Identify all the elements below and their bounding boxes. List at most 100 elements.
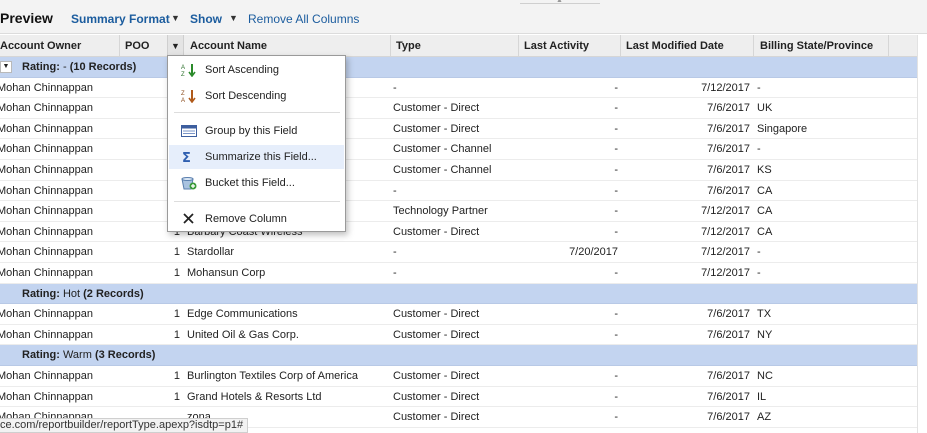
cell-last-modified: 7/6/2017 [707,102,750,115]
table-row: Mohan Chinnappan Customer - Channel -7/6/2… [0,160,917,181]
menu-item-sort-ascending[interactable]: A Z Sort Ascending [169,58,344,82]
cell-type: Customer - Direct [393,411,480,424]
summary-format-caret-icon[interactable]: ▼ [171,13,180,23]
cell-account-owner: Mohan Chinnappan [0,163,94,176]
menu-item-bucket-field[interactable]: Bucket this Field... [169,171,344,195]
group-header-row[interactable]: Rating: Warm (3 Records) [0,345,917,366]
menu-item-remove-column[interactable]: Remove Column [169,207,344,231]
table-row: Mohan Chinnappan 1 Burlington Textiles Cor… [0,366,917,387]
menu-item-label: Sort Descending [205,90,287,102]
cell-last-modified: 7/6/2017 [707,122,750,135]
column-header-last-modified[interactable]: Last Modified Date [626,35,724,57]
svg-text:Z: Z [181,72,185,77]
svg-text:A: A [181,65,185,71]
group-value: Warm [62,349,95,362]
remove-all-columns-link[interactable]: Remove All Columns [248,12,359,26]
cell-account-name: Grand Hotels & Resorts Ltd [187,390,322,403]
menu-item-sort-descending[interactable]: Z A Sort Descending [169,84,344,108]
summary-format-button[interactable]: Summary Format [71,12,170,26]
cell-last-activity: - [614,225,618,238]
column-divider[interactable] [390,35,391,57]
cell-account-owner: Mohan Chinnappan [0,102,94,115]
cell-type: Customer - Direct [393,308,480,321]
cell-last-activity: - [614,163,618,176]
show-caret-icon[interactable]: ▼ [229,13,238,23]
cell-account-name: United Oil & Gas Corp. [187,328,299,341]
cell-last-activity: - [614,266,618,279]
cell-last-modified: 7/6/2017 [707,328,750,341]
cell-billing-state: KS [757,163,772,176]
cell-billing-state: - [757,81,761,94]
bucket-icon [181,177,197,190]
column-header-type[interactable]: Type [396,35,421,57]
cell-billing-state: CA [757,205,773,218]
cell-account-owner: Mohan Chinnappan [0,390,94,403]
cell-account-name: Mohansun Corp [187,266,266,279]
menu-item-label: Remove Column [205,213,287,225]
show-button[interactable]: Show [190,12,222,26]
cell-account-owner: Mohan Chinnappan [0,369,94,382]
group-field-prefix: Rating: [22,61,60,73]
group-field-prefix: Rating: [22,349,60,362]
table-row: Mohan Chinnappan1Barbary Coast WirelessC… [0,222,917,243]
cell-poo: 1 [173,328,180,341]
group-label: Rating: Warm (3 Records) [22,345,155,365]
cell-last-modified: 7/6/2017 [707,369,750,382]
cell-last-activity: - [614,369,618,382]
column-divider[interactable] [119,35,120,57]
cell-type: Customer - Direct [393,390,480,403]
grip-up-icon[interactable]: ▲ [556,0,563,4]
cell-account-owner: Mohan Chinnappan [0,143,94,156]
column-header-last-activity[interactable]: Last Activity [524,35,589,57]
menu-item-summarize-field[interactable]: Σ Summarize this Field... [169,145,344,169]
cell-last-activity: 7/20/2017 [569,246,618,259]
table-row: Mohan Chinnappan 1 Stardollar - 7/20/2017 7/1… [0,242,917,263]
group-record-count: (3 Records) [94,349,156,362]
menu-item-label: Sort Ascending [205,64,279,76]
column-header-row: Account Owner POO Account Name Type Last… [0,35,917,57]
cell-last-activity: - [614,81,618,94]
cell-last-activity: - [614,102,618,115]
preview-title: Preview [0,10,53,26]
cell-account-owner: Mohan Chinnappan [0,266,94,279]
cell-last-modified: 7/6/2017 [707,184,750,197]
group-header-row[interactable]: Rating: Hot (2 Records) [0,283,917,305]
column-header-poo[interactable]: POO [125,35,149,57]
cell-account-owner: Mohan Chinnappan [0,308,94,321]
cell-last-modified: 7/6/2017 [707,308,750,321]
column-header-billing-state[interactable]: Billing State/Province [760,35,873,57]
cell-poo: 1 [173,246,180,259]
cell-type: - [393,266,397,279]
status-url-bar: ce.com/reportbuilder/reportType.apexp?is… [0,418,249,433]
cell-billing-state: CA [757,225,773,238]
column-header-account-name[interactable]: Account Name [190,35,267,57]
menu-item-group-by-field[interactable]: Group by this Field [169,119,344,143]
cell-billing-state: NY [757,328,773,341]
cell-poo: 1 [173,266,180,279]
cell-last-modified: 7/6/2017 [707,390,750,403]
cell-billing-state: - [757,266,761,279]
cell-type: - [393,81,397,94]
cell-type: Technology Partner [393,205,488,218]
group-header-row[interactable]: ▼ Rating: - (10 Records) [0,57,917,78]
column-menu-chevron-down-icon[interactable]: ▼ [167,35,184,57]
column-divider[interactable] [518,35,519,57]
column-divider[interactable] [620,35,621,57]
collapse-toggle-icon[interactable]: ▼ [0,61,12,73]
column-header-account-owner[interactable]: Account Owner [0,35,81,57]
cell-last-modified: 7/12/2017 [701,225,750,238]
group-by-icon [181,125,197,137]
cell-account-owner: Mohan Chinnappan [0,81,94,94]
column-context-menu: A Z Sort Ascending Z A Sort Descending G… [167,55,346,232]
cell-billing-state: IL [757,390,767,403]
cell-type: Customer - Direct [393,328,480,341]
table-row: Mohan Chinnappan 1 United Oil & Gas Corp. C… [0,325,917,346]
cell-type: Customer - Channel [393,163,492,176]
column-divider[interactable] [888,35,889,57]
column-divider[interactable] [753,35,754,57]
group-label: Rating: Hot (2 Records) [22,284,144,304]
cell-account-owner: Mohan Chinnappan [0,122,94,135]
table-row: Mohan Chinnappan Customer - Channel -7/6/2… [0,139,917,160]
vertical-scrollbar[interactable] [917,35,927,433]
cell-account-owner: Mohan Chinnappan [0,225,94,238]
